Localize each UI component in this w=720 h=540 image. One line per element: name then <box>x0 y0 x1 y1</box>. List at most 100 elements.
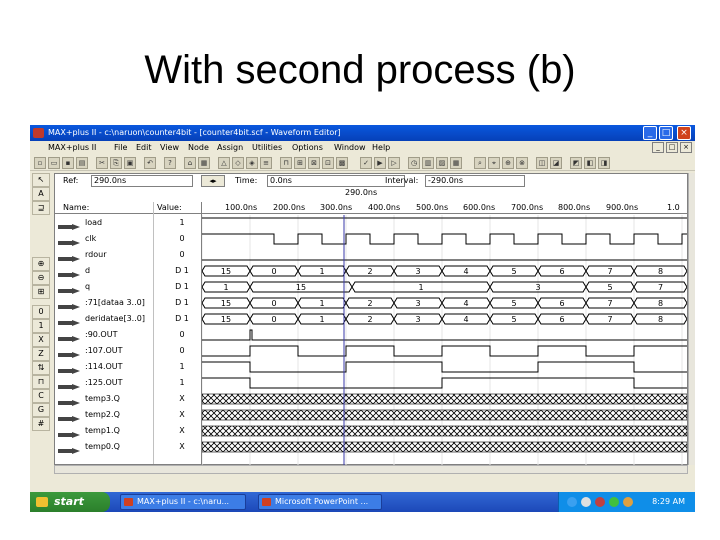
invert-waveform-icon[interactable]: ⇅ <box>32 361 50 375</box>
counter-icon[interactable]: ◩ <box>570 157 582 169</box>
dataa-bus-label: 1 <box>319 299 324 308</box>
interval-field[interactable]: -290.0ns <box>425 175 525 187</box>
mdi-restore-button[interactable]: □ <box>666 142 678 153</box>
project-save-compile-icon[interactable]: ▶ <box>374 157 386 169</box>
probe-icon[interactable]: ⊗ <box>516 157 528 169</box>
start-button[interactable]: start <box>30 492 110 512</box>
menu-view[interactable]: View <box>160 141 179 155</box>
menu-utilities[interactable]: Utilities <box>252 141 282 155</box>
warning-icon[interactable]: △ <box>218 157 230 169</box>
waveform-editor-icon[interactable]: ⊓ <box>280 157 292 169</box>
set-high-icon[interactable]: 1 <box>32 319 50 333</box>
graphic-editor-icon[interactable]: ◇ <box>232 157 244 169</box>
project-save-simulate-icon[interactable]: ▷ <box>388 157 400 169</box>
node-select-icon[interactable]: ◫ <box>536 157 548 169</box>
time-tick: 100.0ns <box>225 203 258 212</box>
timing-analyzer-icon[interactable]: ⊡ <box>322 157 334 169</box>
menu-assign[interactable]: Assign <box>217 141 243 155</box>
start-label: start <box>54 495 84 508</box>
task-label: MAX+plus II - c:\naru... <box>137 497 230 506</box>
overwrite-icon[interactable]: ◧ <box>584 157 596 169</box>
help-pointer-icon[interactable]: ? <box>164 157 176 169</box>
signal-name: :114.OUT <box>85 362 123 371</box>
menu-window[interactable]: Window <box>334 141 366 155</box>
chip-icon[interactable]: ▥ <box>422 157 434 169</box>
vertical-scrollbar[interactable] <box>688 173 695 465</box>
zoom-out-icon[interactable]: ⊖ <box>32 271 50 285</box>
q-bus-label: 15 <box>296 283 306 292</box>
group-icon[interactable]: ◪ <box>550 157 562 169</box>
clock-overwrite-icon[interactable]: ⊓ <box>32 375 50 389</box>
minimize-button[interactable]: _ <box>643 126 657 140</box>
timing-icon[interactable]: ◷ <box>408 157 420 169</box>
menu-options[interactable]: Options <box>292 141 323 155</box>
compiler-icon[interactable]: ⊞ <box>294 157 306 169</box>
menu-edit[interactable]: Edit <box>136 141 152 155</box>
zoom-icon[interactable]: ⊕ <box>502 157 514 169</box>
ref-field[interactable]: 290.0ns <box>91 175 193 187</box>
task-powerpoint[interactable]: Microsoft PowerPoint ... <box>258 494 382 510</box>
cut-icon[interactable]: ✂ <box>96 157 108 169</box>
close-button[interactable]: × <box>677 126 691 140</box>
maximize-button[interactable]: □ <box>659 126 673 140</box>
waveform-area[interactable]: 15 0 1 2 3 4 5 6 7 8 1 15 1 3 5 7 15 0 1 2 3 4 5 6 7 8 15 0 1 2 3 4 5 6 7 8 <box>202 215 687 465</box>
zoom-in-icon[interactable]: ⊕ <box>32 257 50 271</box>
project-save-check-icon[interactable]: ✓ <box>360 157 372 169</box>
programmer-icon[interactable]: ▩ <box>336 157 348 169</box>
d-bus-label: 15 <box>221 267 231 276</box>
text-editor-icon[interactable]: ≡ <box>260 157 272 169</box>
paste-icon[interactable]: ▣ <box>124 157 136 169</box>
signal-value: 1 <box>179 378 185 387</box>
print-icon[interactable]: ▤ <box>76 157 88 169</box>
security-icon[interactable] <box>595 497 605 507</box>
selection-tool-icon[interactable]: ↖ <box>32 173 50 187</box>
invert-icon[interactable]: ◨ <box>598 157 610 169</box>
copy-icon[interactable]: ⎘ <box>110 157 122 169</box>
dataa-bus-label: 2 <box>367 299 372 308</box>
save-icon[interactable]: ▪ <box>62 157 74 169</box>
mdi-close-button[interactable]: × <box>680 142 692 153</box>
signal-name: d <box>85 266 91 275</box>
set-highz-icon[interactable]: Z <box>32 347 50 361</box>
menu-node[interactable]: Node <box>188 141 209 155</box>
chart-icon[interactable]: ▨ <box>436 157 448 169</box>
count-overwrite-icon[interactable]: C <box>32 389 50 403</box>
find-next-icon[interactable]: ⌖ <box>488 157 500 169</box>
text-tool-icon[interactable]: A <box>32 187 50 201</box>
floorplan-icon[interactable]: ▦ <box>198 157 210 169</box>
d-bus-label: 7 <box>607 267 612 276</box>
open-file-icon[interactable]: ▭ <box>48 157 60 169</box>
language-icon[interactable] <box>623 497 633 507</box>
deridatae-bus-label: 6 <box>559 315 564 324</box>
undo-icon[interactable]: ↶ <box>144 157 156 169</box>
hierarchy-icon[interactable]: ⌂ <box>184 157 196 169</box>
menu-help[interactable]: Help <box>372 141 390 155</box>
group-value-icon[interactable]: G <box>32 403 50 417</box>
new-file-icon[interactable]: ▫ <box>34 157 46 169</box>
mdi-minimize-button[interactable]: _ <box>652 142 664 153</box>
update-icon[interactable] <box>609 497 619 507</box>
simulator-icon[interactable]: ⊠ <box>308 157 320 169</box>
signal-name: q <box>85 282 91 291</box>
snap-grid-icon[interactable]: # <box>32 417 50 431</box>
network-icon[interactable] <box>567 497 577 507</box>
unknown-waveform <box>202 393 687 405</box>
buried-node-icon <box>58 412 80 422</box>
fit-window-icon[interactable]: ⊞ <box>32 285 50 299</box>
signal-name: rdour <box>85 250 107 259</box>
symbol-editor-icon[interactable]: ◈ <box>246 157 258 169</box>
set-unknown-icon[interactable]: X <box>32 333 50 347</box>
menu-maxplus[interactable]: MAX+plus II <box>48 141 96 155</box>
set-low-icon[interactable]: 0 <box>32 305 50 319</box>
menu-file[interactable]: File <box>114 141 127 155</box>
find-icon[interactable]: ⌕ <box>474 157 486 169</box>
horizontal-scrollbar[interactable] <box>54 465 688 474</box>
ref-step-buttons[interactable]: ◂▸ <box>201 175 225 187</box>
unknown-waveform <box>202 441 687 453</box>
volume-icon[interactable] <box>581 497 591 507</box>
draw-waveform-icon[interactable]: ⊒ <box>32 201 50 215</box>
task-maxplus[interactable]: MAX+plus II - c:\naru... <box>120 494 246 510</box>
window-titlebar[interactable]: MAX+plus II - c:\naruon\counter4bit - [c… <box>30 125 695 141</box>
grid-icon[interactable]: ▦ <box>450 157 462 169</box>
bus-input-icon <box>58 268 80 278</box>
